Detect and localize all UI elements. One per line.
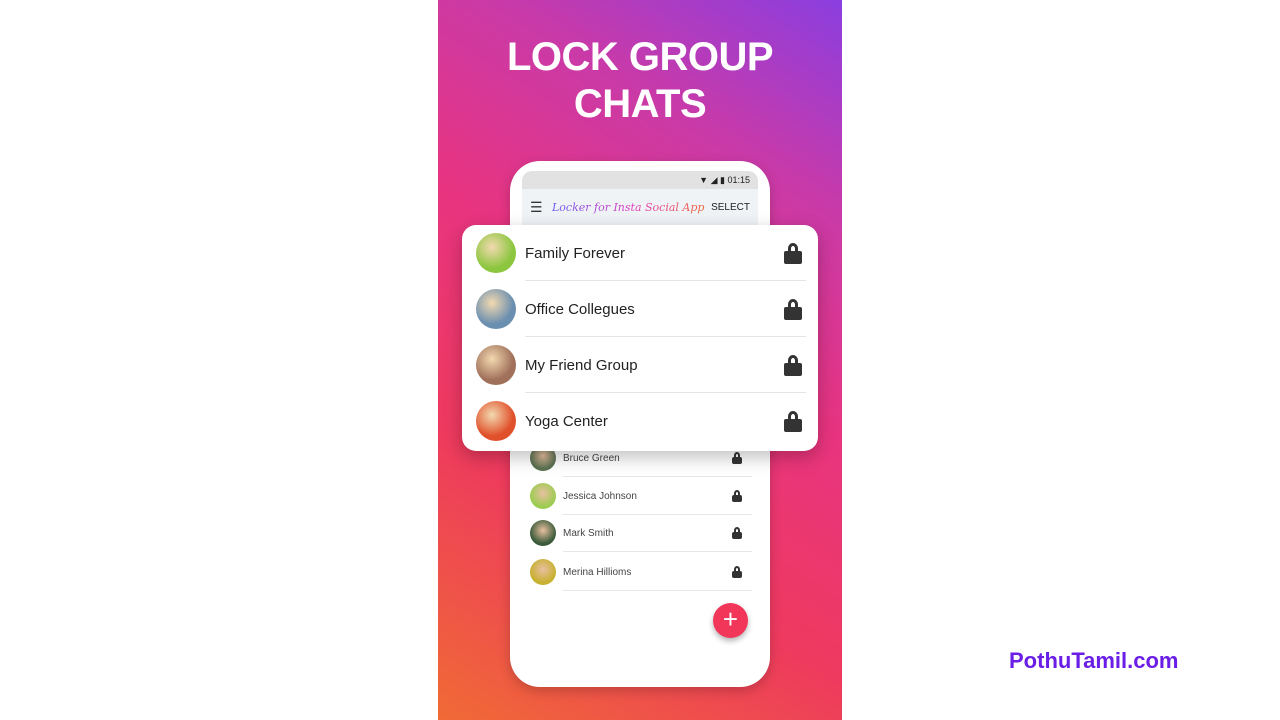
app-title: Locker for Insta Social App [552,201,711,214]
add-button[interactable]: + [713,603,748,638]
lock-icon[interactable] [784,242,802,264]
status-bar: ▼ ◢ ▮ 01:15 [522,171,758,189]
contact-avatar [530,520,556,546]
group-name: Family Forever [525,244,626,262]
lock-icon[interactable] [784,354,802,376]
group-avatar [476,401,516,441]
contact-row[interactable]: Mark Smith [530,514,752,552]
app-bar: ☰ Locker for Insta Social App SELECT [522,189,758,225]
divider [563,551,752,552]
group-name: My Friend Group [525,356,638,374]
headline-line-1: LOCK GROUP [506,35,774,79]
headline-line-2: CHATS [573,82,707,126]
divider [563,590,752,591]
group-chat-card: Family Forever Office Collegues My Frien… [462,225,818,451]
contact-avatar [530,559,556,585]
contact-name: Jessica Johnson [563,490,637,502]
lock-icon[interactable] [784,298,802,320]
group-avatar [476,345,516,385]
select-button[interactable]: SELECT [711,202,750,213]
group-row[interactable]: Family Forever [476,225,806,281]
contact-avatar [530,483,556,509]
lock-icon[interactable] [732,490,742,502]
contact-name: Bruce Green [563,452,620,464]
group-row[interactable]: Office Collegues [476,281,806,337]
group-row[interactable]: My Friend Group [476,337,806,393]
group-name: Yoga Center [525,412,608,430]
contact-row[interactable]: Merina Hillioms [530,553,752,591]
lock-icon[interactable] [784,410,802,432]
brand-watermark: PothuTamil.com [1009,648,1179,673]
contact-name: Mark Smith [563,527,614,539]
lock-icon[interactable] [732,452,742,464]
group-row[interactable]: Yoga Center [476,393,806,449]
plus-icon: + [722,604,739,634]
lock-icon[interactable] [732,566,742,578]
headline: LOCK GROUP CHATS [438,34,842,128]
lock-icon[interactable] [732,527,742,539]
hamburger-menu-icon[interactable]: ☰ [530,199,552,216]
contact-name: Merina Hillioms [563,566,632,578]
group-name: Office Collegues [525,300,635,318]
group-avatar [476,233,516,273]
group-avatar [476,289,516,329]
status-time: 01:15 [727,175,750,185]
contact-row[interactable]: Jessica Johnson [530,477,752,515]
